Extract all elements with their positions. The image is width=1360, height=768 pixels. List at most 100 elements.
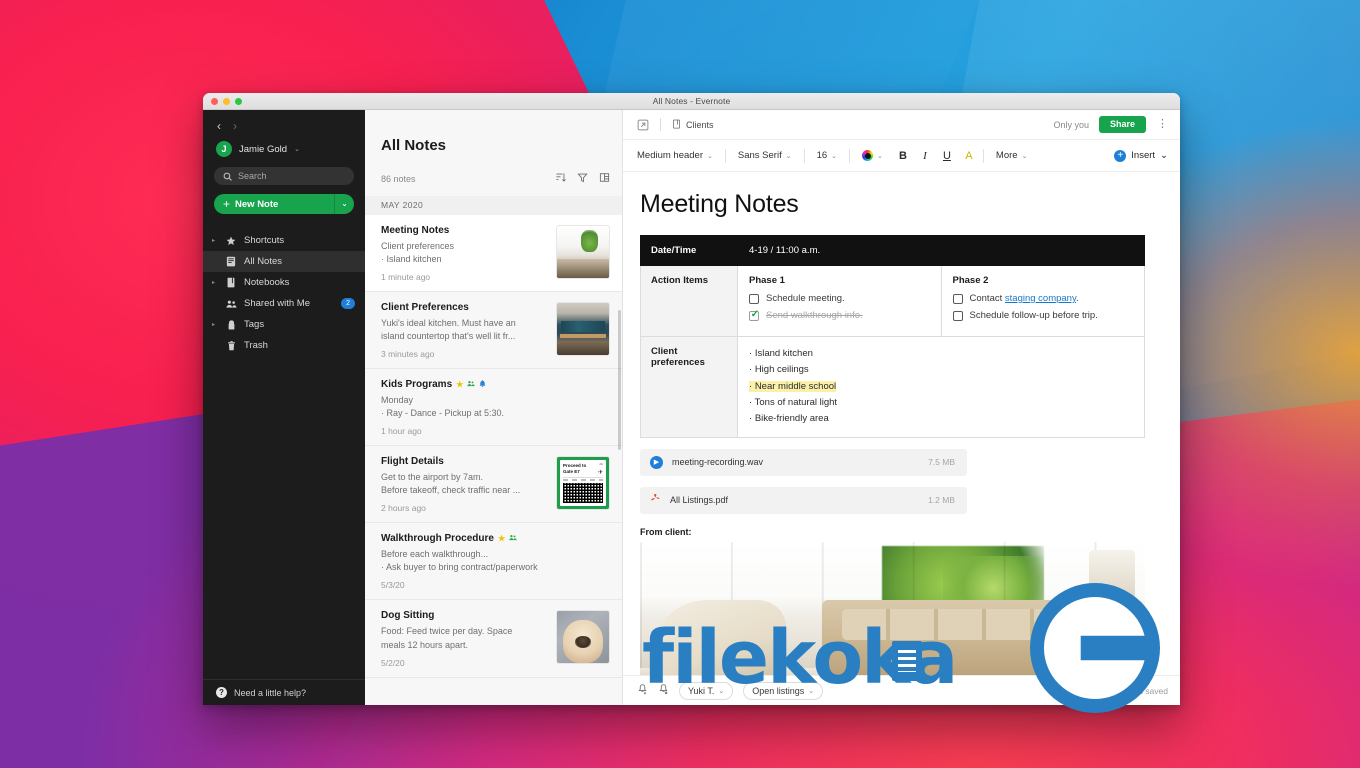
more-formatting-dropdown[interactable]: More ⌄ <box>987 150 1037 161</box>
attachment-audio[interactable]: ▶ meeting-recording.wav 7.5 MB <box>640 448 967 476</box>
todo-item[interactable]: Send walkthrough info. <box>749 309 930 321</box>
note-card-flight-details[interactable]: Flight Details Get to the airport by 7am… <box>365 446 622 524</box>
sidebar-item-shortcuts[interactable]: ▸ Shortcuts <box>203 230 365 251</box>
sidebar-item-tags[interactable]: ▸ Tags <box>203 314 365 335</box>
note-card-line-1: Monday <box>381 395 414 406</box>
search-placeholder: Search <box>238 171 267 181</box>
sort-icon[interactable] <box>555 170 566 188</box>
page-title: All Notes <box>381 137 447 154</box>
font-family-value: Sans Serif <box>737 150 782 161</box>
todo-item[interactable]: Schedule follow-up before trip. <box>952 310 1134 321</box>
sidebar-item-notebooks[interactable]: ▸ Notebooks <box>203 272 365 293</box>
forward-icon[interactable]: › <box>233 120 237 132</box>
checkbox-unchecked[interactable] <box>952 293 963 304</box>
todo-item[interactable]: Schedule meeting. <box>749 293 930 304</box>
new-note-main[interactable]: + New Note <box>214 198 334 210</box>
text-color-picker[interactable]: ⌄ <box>853 150 892 161</box>
font-family-dropdown[interactable]: Sans Serif ⌄ <box>729 150 801 161</box>
italic-button[interactable]: I <box>914 150 936 162</box>
chevron-right-icon[interactable]: ▸ <box>212 237 218 244</box>
editor-bottombar: Yuki T. ⌄ Open listings ⌄ All changes sa… <box>623 675 1180 705</box>
note-card-title: Dog Sitting <box>381 610 548 621</box>
insert-button[interactable]: + Insert ⌄ <box>1114 149 1168 162</box>
checkbox-unchecked[interactable] <box>952 310 963 321</box>
note-thumbnail-living-room <box>556 225 610 279</box>
note-card-client-preferences[interactable]: Client Preferences Yuki's ideal kitchen.… <box>365 292 622 370</box>
chevron-down-icon: ⌄ <box>877 152 883 160</box>
chevron-right-icon[interactable]: ▸ <box>212 321 218 328</box>
note-card-date: 1 hour ago <box>381 426 422 437</box>
note-card-line-2: meals 12 hours apart. <box>381 639 469 650</box>
note-card-meeting-notes[interactable]: Meeting Notes Client preferences · Islan… <box>365 215 622 293</box>
bell-add-icon[interactable] <box>637 683 648 698</box>
expand-note-icon[interactable] <box>637 119 649 131</box>
view-icon[interactable] <box>599 170 610 188</box>
underline-button[interactable]: U <box>936 150 958 162</box>
note-list-tool-icons <box>555 170 610 188</box>
question-icon: ? <box>216 687 227 698</box>
window-titlebar: All Notes - Evernote <box>203 93 1180 110</box>
paragraph-style-value: Medium header <box>637 150 704 161</box>
action-items-label: Action Items <box>640 265 738 337</box>
note-card-line-1: Get to the airport by 7am. <box>381 472 484 483</box>
todo-text-wrapper: Contact staging company. <box>970 293 1079 304</box>
note-card-dog-sitting[interactable]: Dog Sitting Food: Feed twice per day. Sp… <box>365 600 622 678</box>
highlight-button[interactable]: A <box>958 150 980 162</box>
filter-icon[interactable] <box>577 170 588 188</box>
sidebar-item-trash[interactable]: ▸ Trash <box>203 335 365 356</box>
search-input[interactable]: Search <box>214 167 354 185</box>
chevron-down-icon: ⌄ <box>707 152 713 160</box>
author-chip[interactable]: Yuki T. ⌄ <box>679 681 734 700</box>
note-card-walkthrough-procedure[interactable]: Walkthrough Procedure ★ Before each walk… <box>365 523 622 601</box>
note-card-kids-programs[interactable]: Kids Programs ★ Monday · Ray - Dance - P… <box>365 369 622 447</box>
note-card-title: Client Preferences <box>381 302 548 313</box>
attachment-pdf[interactable]: All Listings.pdf 1.2 MB <box>640 486 967 514</box>
checkbox-checked[interactable] <box>749 309 760 321</box>
editor-topbar: Clients Only you Share ⋮ <box>623 110 1180 140</box>
chevron-right-icon[interactable]: ▸ <box>212 279 218 286</box>
save-status: All changes saved <box>1099 685 1168 696</box>
tag-icon <box>225 319 237 330</box>
insert-label: Insert <box>1131 150 1156 161</box>
note-cards-container[interactable]: Meeting Notes Client preferences · Islan… <box>365 215 622 705</box>
sidebar-item-shared-with-me[interactable]: ▸ Shared with Me 2 <box>203 293 365 314</box>
tag-chip[interactable]: Open listings ⌄ <box>743 681 824 700</box>
note-content-area[interactable]: Meeting Notes Date/Time 4-19 / 11:00 a.m… <box>623 172 1180 675</box>
star-icon: ★ <box>456 379 464 389</box>
staging-company-link[interactable]: staging company <box>1005 293 1076 304</box>
bell-share-icon[interactable] <box>658 683 669 698</box>
boarding-pass-inner: 2A Proceed to Gate E7 ✈ <box>560 460 606 507</box>
new-note-button[interactable]: + New Note ⌄ <box>214 194 354 214</box>
search-icon <box>223 172 232 181</box>
checkbox-unchecked[interactable] <box>749 293 759 304</box>
boarding-pass-rule <box>563 476 603 481</box>
note-count: 86 notes <box>381 174 416 184</box>
window-body: ‹ › J Jamie Gold ⌄ Search + New Note ⌄ ▸… <box>203 110 1180 705</box>
note-card-line-1: Before each walkthrough... <box>381 549 489 560</box>
note-list-scrollbar[interactable] <box>618 310 621 450</box>
play-icon[interactable]: ▶ <box>650 455 663 469</box>
preference-item: · Island kitchen <box>749 348 813 359</box>
table-row-action-items: Action Items Phase 1 Schedule meeting. S… <box>640 265 1145 337</box>
new-note-dropdown[interactable]: ⌄ <box>334 194 354 214</box>
todo-item[interactable]: Contact staging company. <box>952 293 1134 304</box>
preference-text: High ceilings <box>754 364 809 376</box>
living-room-photo[interactable] <box>640 541 1145 675</box>
bold-button[interactable]: B <box>892 150 914 162</box>
help-button[interactable]: ? Need a little help? <box>203 679 365 705</box>
paragraph-style-dropdown[interactable]: Medium header ⌄ <box>637 150 722 161</box>
chevron-down-icon: ⌄ <box>831 152 838 160</box>
back-icon[interactable]: ‹ <box>217 120 221 132</box>
share-button[interactable]: Share <box>1098 116 1146 133</box>
note-title-text: Flight Details <box>381 456 444 468</box>
font-size-dropdown[interactable]: 16 ⌄ <box>808 150 846 161</box>
author-name: Yuki T. <box>688 685 715 696</box>
note-card-line-2: · Ask buyer to bring contract/paperwork <box>381 562 538 573</box>
notebook-name: Clients <box>686 119 714 130</box>
account-switcher[interactable]: J Jamie Gold ⌄ <box>203 138 365 167</box>
sidebar-item-label: Notebooks <box>244 277 290 288</box>
notebook-selector[interactable]: Clients <box>672 119 714 131</box>
sidebar-item-all-notes[interactable]: ▸ All Notes <box>203 251 365 272</box>
sidebar-item-label: Trash <box>244 340 268 351</box>
more-options-icon[interactable]: ⋮ <box>1157 119 1168 129</box>
